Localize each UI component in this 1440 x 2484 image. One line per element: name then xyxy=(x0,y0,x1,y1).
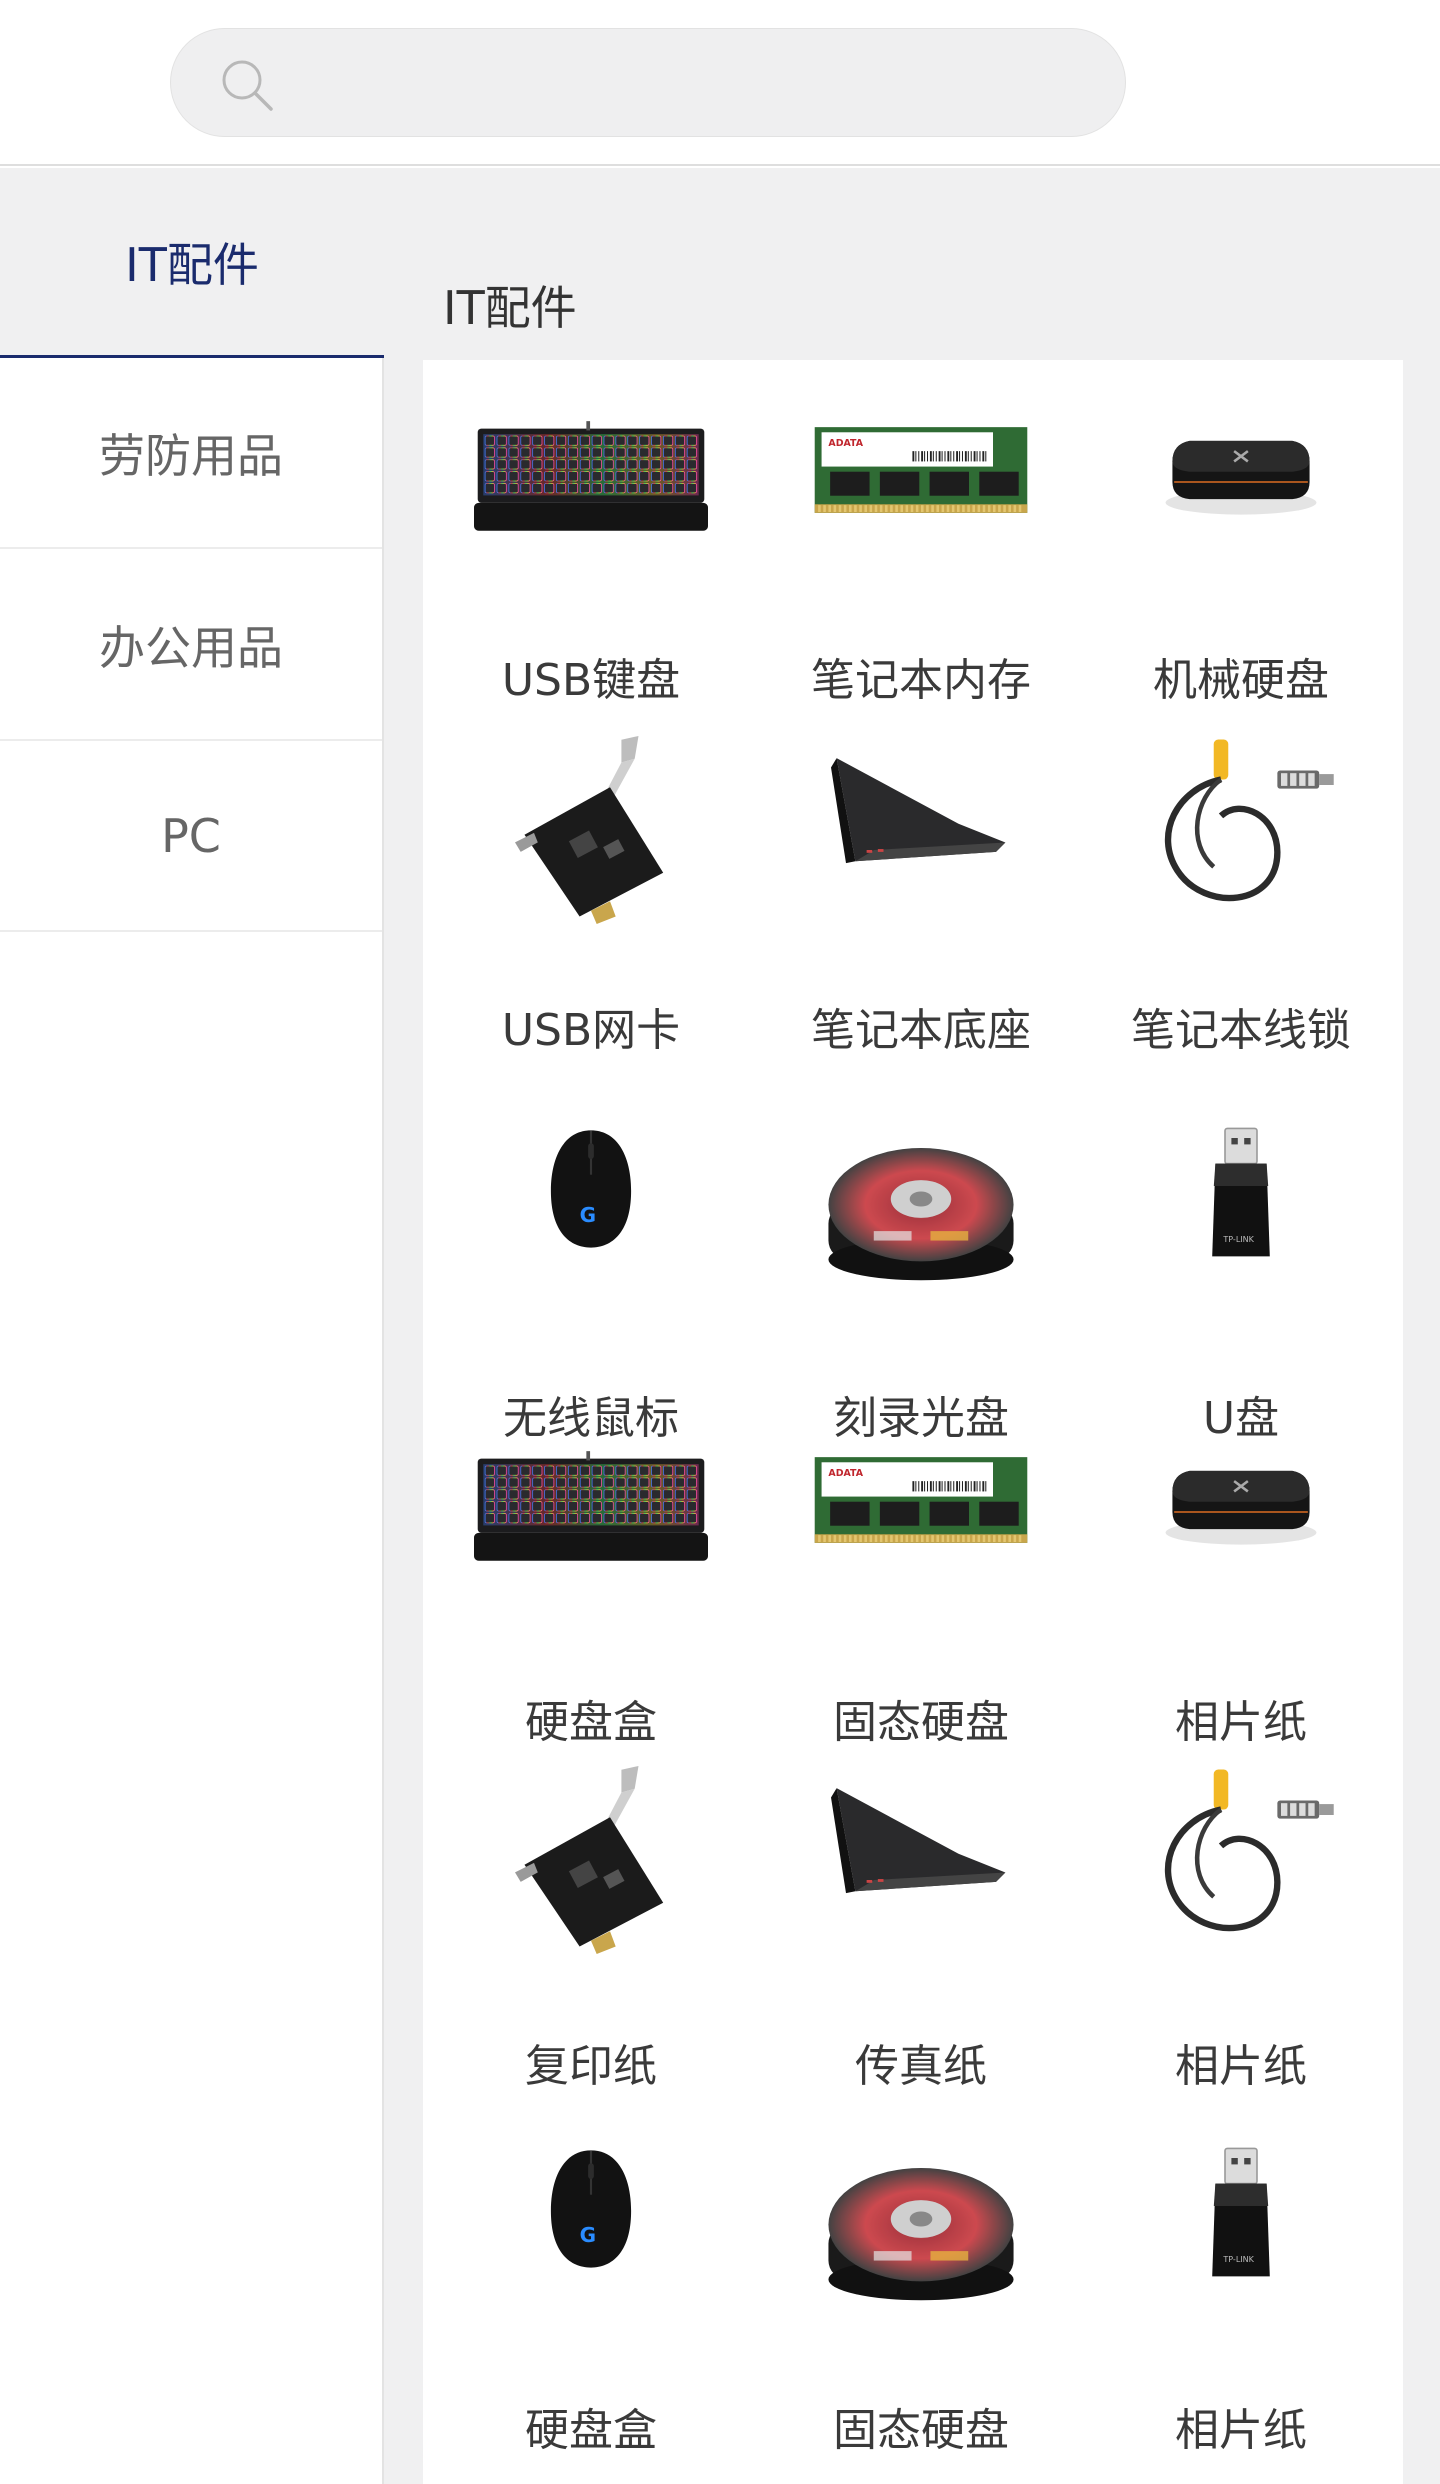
netcard-icon xyxy=(431,730,751,934)
minipc-icon xyxy=(1081,410,1401,534)
svg-text:TP-LINK: TP-LINK xyxy=(1222,1235,1254,1244)
sidebar-item-pc[interactable]: PC xyxy=(0,742,382,932)
memory-icon: ADATA xyxy=(761,410,1081,534)
product-label: USB键盘 xyxy=(501,655,681,706)
product-item[interactable]: ADATA 笔记本内存 xyxy=(761,390,1081,706)
main-area: IT配件 劳防用品 办公用品 PC IT配件 USB键盘 ADATA 笔记本内存 xyxy=(0,168,1440,2484)
disc-icon xyxy=(761,2134,1081,2308)
svg-text:ADATA: ADATA xyxy=(828,438,863,449)
product-item[interactable]: G 无线鼠标 xyxy=(431,1080,751,1444)
netcard-icon xyxy=(431,1760,751,1964)
product-item[interactable]: ADATA 固态硬盘 xyxy=(761,1420,1081,1748)
sidebar-item-label: PC xyxy=(161,809,221,863)
usbdrive-icon: TP-LINK xyxy=(1081,2134,1401,2298)
product-label: 笔记本底座 xyxy=(811,1005,1031,1056)
product-label: 相片纸 xyxy=(1175,1697,1307,1748)
top-bar xyxy=(0,0,1440,166)
product-item[interactable]: G 硬盘盒 xyxy=(431,2100,751,2456)
product-label: 固态硬盘 xyxy=(833,1697,1009,1748)
search-bar[interactable] xyxy=(170,28,1126,137)
sidebar-item-label: 办公用品 xyxy=(99,621,283,675)
laptopstand-icon xyxy=(761,1760,1081,1914)
search-icon xyxy=(222,60,273,111)
product-item[interactable]: 硬盘盒 xyxy=(431,1420,751,1748)
product-label: 相片纸 xyxy=(1175,2041,1307,2092)
mouse-icon: G xyxy=(431,1114,751,1268)
product-item[interactable]: 相片纸 xyxy=(1081,1760,1401,2092)
sidebar-item-label: 劳防用品 xyxy=(99,429,283,483)
product-item[interactable]: 复印纸 xyxy=(431,1760,751,2092)
search-input[interactable] xyxy=(291,29,1091,136)
product-label: 笔记本线锁 xyxy=(1131,1005,1351,1056)
product-item[interactable]: TP-LINK 相片纸 xyxy=(1081,2100,1401,2456)
product-label: USB网卡 xyxy=(501,1005,681,1056)
product-item[interactable]: TP-LINK U盘 xyxy=(1081,1080,1401,1444)
svg-text:TP-LINK: TP-LINK xyxy=(1222,2255,1254,2264)
product-item[interactable]: 传真纸 xyxy=(761,1760,1081,2092)
category-sidebar: IT配件 劳防用品 办公用品 PC xyxy=(0,168,384,2484)
product-label: 复印纸 xyxy=(525,2041,657,2092)
product-item[interactable]: 笔记本线锁 xyxy=(1081,730,1401,1056)
minipc-icon xyxy=(1081,1440,1401,1564)
sidebar-item-it-accessories[interactable]: IT配件 xyxy=(0,168,384,358)
cablelock-icon xyxy=(1081,1760,1401,1954)
product-label: 机械硬盘 xyxy=(1153,655,1329,706)
mouse-icon: G xyxy=(431,2134,751,2288)
svg-text:ADATA: ADATA xyxy=(828,1468,863,1479)
product-label: 传真纸 xyxy=(855,2041,987,2092)
product-item[interactable]: 固态硬盘 xyxy=(761,2100,1081,2456)
product-label: 硬盘盒 xyxy=(525,2405,657,2456)
product-item[interactable]: 相片纸 xyxy=(1081,1420,1401,1748)
section-title: IT配件 xyxy=(443,281,577,335)
keyboard-icon xyxy=(431,1440,751,1574)
keyboard-icon xyxy=(431,410,751,544)
sidebar-item-protective-supplies[interactable]: 劳防用品 xyxy=(0,359,382,549)
product-item[interactable]: 笔记本底座 xyxy=(761,730,1081,1056)
product-grid: USB键盘 ADATA 笔记本内存 机械硬盘 USB网卡 笔记本底座 笔记本线锁… xyxy=(423,360,1403,2484)
product-item[interactable]: 刻录光盘 xyxy=(761,1080,1081,1444)
sidebar-item-label: IT配件 xyxy=(125,237,259,292)
cablelock-icon xyxy=(1081,730,1401,924)
product-label: 相片纸 xyxy=(1175,2405,1307,2456)
sidebar-item-office-supplies[interactable]: 办公用品 xyxy=(0,551,382,741)
product-label: 笔记本内存 xyxy=(811,655,1031,706)
product-item[interactable]: USB网卡 xyxy=(431,730,751,1056)
product-item[interactable]: 机械硬盘 xyxy=(1081,390,1401,706)
disc-icon xyxy=(761,1114,1081,1288)
product-item[interactable]: USB键盘 xyxy=(431,390,751,706)
svg-text:G: G xyxy=(580,1203,596,1227)
svg-text:G: G xyxy=(580,2223,596,2247)
usbdrive-icon: TP-LINK xyxy=(1081,1114,1401,1278)
product-label: 固态硬盘 xyxy=(833,2405,1009,2456)
laptopstand-icon xyxy=(761,730,1081,884)
memory-icon: ADATA xyxy=(761,1440,1081,1564)
product-label: 硬盘盒 xyxy=(525,1697,657,1748)
